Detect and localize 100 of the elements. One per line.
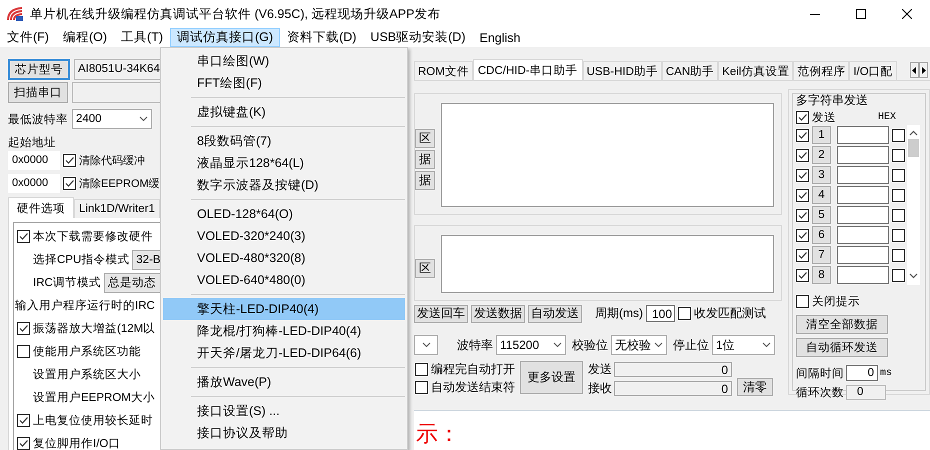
action-button[interactable]: 清空全部数据	[796, 315, 888, 334]
option-checkbox[interactable]: 本次下载需要修改硬件	[17, 229, 153, 244]
tab[interactable]: ROM文件	[414, 61, 473, 80]
option-checkbox[interactable]: 编程完自动打开	[415, 361, 515, 378]
send-number-button[interactable]: 3	[812, 166, 831, 184]
period-field[interactable]: 100	[646, 305, 675, 322]
row-checkbox[interactable]	[796, 128, 809, 142]
clear-checkbox[interactable]: 清除EEPROM缓	[63, 176, 160, 190]
loop-count-field[interactable]: 0	[846, 384, 886, 400]
scroll-thumb[interactable]	[908, 139, 919, 157]
hex-checkbox[interactable]	[892, 148, 905, 162]
port-setting-select[interactable]: 无校验	[611, 335, 667, 355]
hex-checkbox[interactable]	[892, 188, 905, 202]
tab[interactable]: CAN助手	[662, 61, 718, 80]
option-checkbox[interactable]: 使能用户系统区功能	[17, 344, 141, 359]
menu-item[interactable]: English	[472, 28, 528, 47]
hex-checkbox[interactable]	[892, 248, 905, 262]
cut-button[interactable]: 区	[415, 259, 435, 278]
string-field[interactable]	[837, 246, 889, 264]
address-field[interactable]: 0x0000	[8, 174, 60, 192]
scrollbar[interactable]	[907, 125, 920, 285]
tab[interactable]: 范例程序	[793, 61, 850, 80]
hex-checkbox[interactable]	[892, 128, 905, 142]
send-button[interactable]: 自动发送	[528, 304, 582, 322]
menu-item[interactable]: 工具(T)	[114, 28, 170, 47]
port-setting-select[interactable]: 115200	[496, 335, 566, 355]
scan-port-button[interactable]: 扫描串口	[8, 82, 68, 102]
string-field[interactable]	[837, 186, 889, 204]
row-checkbox[interactable]	[796, 168, 809, 182]
cut-button[interactable]: 区	[415, 129, 435, 148]
hex-checkbox[interactable]	[892, 208, 905, 222]
menu-item[interactable]: 液晶显示128*64(L)	[163, 152, 405, 174]
send-number-button[interactable]: 2	[812, 146, 831, 164]
interval-field[interactable]: 0	[846, 365, 878, 381]
hex-checkbox[interactable]	[892, 168, 905, 182]
hex-checkbox[interactable]	[892, 268, 905, 282]
row-checkbox[interactable]	[796, 228, 809, 242]
tab[interactable]: I/O口配	[849, 61, 897, 80]
text-area[interactable]	[441, 235, 774, 293]
row-checkbox[interactable]	[796, 208, 809, 222]
chip-type-button[interactable]: 芯片型号	[8, 58, 70, 80]
baud-select[interactable]: 2400	[72, 109, 152, 129]
option-checkbox[interactable]: 上电复位使用较长延时	[17, 413, 153, 428]
send-button[interactable]: 发送回车	[414, 304, 468, 322]
menu-item[interactable]: 数字示波器及按键(D)	[163, 174, 405, 196]
tab-scroll-button[interactable]	[919, 62, 928, 78]
menu-item[interactable]: 播放Wave(P)	[163, 371, 405, 393]
row-checkbox[interactable]	[796, 188, 809, 202]
menu-item[interactable]: 开天斧/屠龙刀-LED-DIP64(6)	[163, 342, 405, 364]
tab[interactable]: USB-HID助手	[582, 61, 662, 80]
string-field[interactable]	[837, 166, 889, 184]
menu-item[interactable]: 调试仿真接口(G)	[170, 28, 280, 47]
string-field[interactable]	[837, 226, 889, 244]
string-field[interactable]	[837, 146, 889, 164]
more-settings-button[interactable]: 更多设置	[520, 361, 583, 394]
row-checkbox[interactable]	[796, 268, 809, 282]
send-number-button[interactable]: 4	[812, 186, 831, 204]
send-button[interactable]: 发送数据	[471, 304, 525, 322]
hex-checkbox[interactable]	[892, 228, 905, 242]
cut-button[interactable]: 据	[415, 171, 435, 190]
menu-item[interactable]: VOLED-320*240(3)	[163, 225, 405, 247]
cut-button[interactable]: 据	[415, 150, 435, 169]
tab[interactable]: Link1D/Writer1	[74, 199, 160, 218]
menu-item[interactable]: 编程(O)	[56, 28, 114, 47]
text-area[interactable]	[441, 103, 774, 207]
menu-item[interactable]: 降龙棍/打狗棒-LED-DIP40(4)	[163, 320, 405, 342]
tab[interactable]: Keil仿真设置	[718, 61, 794, 80]
option-checkbox[interactable]: 振荡器放大增益(12M以	[17, 321, 156, 336]
row-checkbox[interactable]	[796, 248, 809, 262]
string-field[interactable]	[837, 206, 889, 224]
string-field[interactable]	[837, 266, 889, 284]
clear-button[interactable]: 清零	[737, 378, 773, 396]
address-field[interactable]: 0x0000	[8, 150, 60, 170]
tab-scroll-button[interactable]	[910, 62, 919, 78]
counter-field[interactable]: 0	[614, 362, 732, 377]
menu-item[interactable]: 擎天柱-LED-DIP40(4)	[163, 298, 405, 320]
menu-item[interactable]: USB驱动安装(D)	[363, 28, 472, 47]
match-test-checkbox[interactable]: 收发匹配测试	[678, 305, 766, 322]
send-number-button[interactable]: 6	[812, 226, 831, 244]
send-number-button[interactable]: 5	[812, 206, 831, 224]
tab[interactable]: CDC/HID-串口助手	[472, 59, 583, 80]
menu-item[interactable]: 文件(F)	[0, 28, 56, 47]
send-number-button[interactable]: 8	[812, 266, 831, 284]
send-number-button[interactable]: 7	[812, 246, 831, 264]
send-number-button[interactable]: 1	[812, 126, 831, 144]
option-checkbox[interactable]: 自动发送结束符	[415, 379, 515, 396]
action-button[interactable]: 自动循环发送	[796, 338, 888, 357]
menu-item[interactable]: 虚拟键盘(K)	[163, 101, 405, 123]
counter-field[interactable]: 0	[614, 381, 732, 396]
option-checkbox[interactable]: 复位脚用作I/O口	[17, 436, 120, 450]
menu-item[interactable]: 8段数码管(7)	[163, 130, 405, 152]
send-all-checkbox[interactable]: 发送	[796, 110, 836, 124]
clear-checkbox[interactable]: 清除代码缓冲	[63, 152, 145, 168]
menu-item[interactable]: 接口协议及帮助	[163, 422, 405, 444]
string-field[interactable]	[837, 126, 889, 144]
port-setting-select[interactable]: 1位	[712, 335, 775, 355]
close-tips-checkbox[interactable]: 关闭提示	[796, 294, 860, 308]
port-select[interactable]	[414, 335, 438, 355]
menu-item[interactable]: 接口设置(S) ...	[163, 400, 405, 422]
menu-item[interactable]: OLED-128*64(O)	[163, 203, 405, 225]
